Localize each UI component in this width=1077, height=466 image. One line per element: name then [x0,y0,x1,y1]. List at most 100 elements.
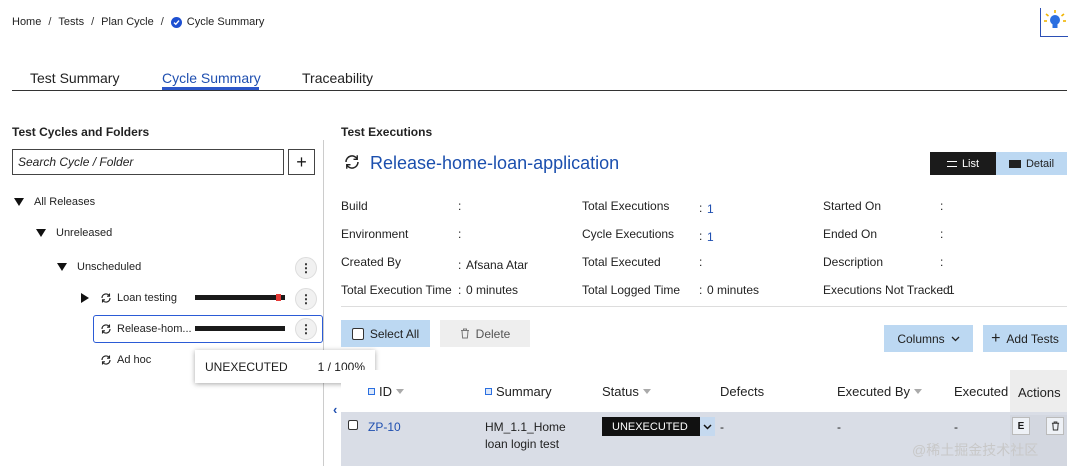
progress-bar-release-home [195,326,285,331]
execute-button[interactable]: E [1012,417,1030,435]
info-colon: : [699,201,703,215]
loan-testing-more-menu[interactable]: ⋮ [295,288,317,310]
cycle-executions-value[interactable]: 1 [707,230,714,244]
test-summary-line1: HM_1.1_Home [485,420,566,434]
release-home-more-menu[interactable]: ⋮ [295,318,317,340]
tree-node-all-releases[interactable]: All Releases [14,196,95,208]
info-label: Description [823,255,884,269]
check-circle-icon [170,16,182,28]
tree-node-label: All Releases [34,196,96,208]
breadcrumb-separator: / [91,16,95,28]
caret-down-icon[interactable] [36,229,46,237]
info-label: Total Execution Time [341,283,452,297]
right-panel-title: Test Executions [341,125,433,139]
column-header-actions: Actions [1018,385,1061,400]
add-cycle-button[interactable]: + [288,149,315,175]
column-header-summary[interactable]: Summary [485,384,552,399]
add-tests-button[interactable]: + Add Tests [983,325,1067,352]
tree-node-loan-testing[interactable]: Loan testing [81,292,177,304]
tab-traceability[interactable]: Traceability [302,70,373,86]
total-executions-value[interactable]: 1 [707,202,714,216]
unscheduled-more-menu[interactable]: ⋮ [295,257,317,279]
tree-node-label: Unreleased [56,227,113,239]
select-all-checkbox[interactable] [351,327,364,340]
breadcrumb-home[interactable]: Home [12,16,41,28]
column-header-id[interactable]: ID [368,384,404,399]
lightbulb-button[interactable] [1040,8,1068,37]
tree-node-label: Unscheduled [77,261,142,273]
column-header-label: Status [602,384,639,399]
progress-failed-segment [276,294,281,301]
tree-node-label: Loan testing [117,292,177,304]
search-input[interactable] [12,149,284,175]
info-colon: : [699,283,703,297]
columns-dropdown[interactable]: Columns [884,325,973,352]
detail-view-label: Detail [1025,157,1055,170]
view-toggle: List Detail [930,152,1067,175]
delete-row-button[interactable] [1046,417,1064,435]
column-header-label: ID [379,384,392,399]
tab-cycle-summary[interactable]: Cycle Summary [162,70,261,86]
pin-icon [485,388,492,395]
row-checkbox[interactable] [348,420,358,430]
column-header-executed[interactable]: Executed [954,384,1008,399]
detail-icon [1008,159,1021,168]
cycle-name: Release-home-loan-application [370,153,620,173]
info-colon: : [699,255,703,269]
tree-node-label: Release-hom... [117,323,192,335]
sort-icon[interactable] [642,389,651,394]
add-tests-label: Add Tests [1006,331,1059,346]
cycle-icon [101,324,111,334]
column-header-defects[interactable]: Defects [720,384,764,399]
sort-icon[interactable] [396,389,404,394]
caret-right-icon[interactable] [81,293,89,303]
column-header-label: Executed By [837,384,910,399]
status-badge: UNEXECUTED [602,417,700,436]
status-dropdown[interactable]: UNEXECUTED [602,417,715,436]
info-label: Started On [823,199,882,213]
info-colon: : [940,255,944,269]
select-all-label: Select All [369,326,420,341]
info-label: Ended On [823,227,878,241]
sort-icon[interactable] [914,389,922,394]
info-colon: : [458,258,462,272]
tree-node-unscheduled[interactable]: Unscheduled [57,261,141,273]
divider [341,306,1067,307]
caret-down-icon[interactable] [57,263,67,271]
tree-node-release-home[interactable]: Release-hom... [100,323,192,335]
info-label: Total Logged Time [582,283,681,297]
tree-node-unreleased[interactable]: Unreleased [36,227,112,239]
info-label: Build [341,199,368,213]
tree-node-ad-hoc[interactable]: Ad hoc [100,354,151,366]
info-colon: : [458,227,462,241]
info-colon: : [940,283,944,297]
executed-by-value: - [837,420,841,434]
tab-test-summary[interactable]: Test Summary [30,70,119,86]
left-panel-title: Test Cycles and Folders [12,125,150,139]
list-view-button[interactable]: List [930,152,996,175]
info-value: 0 minutes [466,283,519,297]
collapse-panel-icon[interactable]: ‹ [333,402,337,417]
delete-button[interactable]: Delete [440,320,530,347]
plus-icon: + [991,329,1001,347]
test-id-link[interactable]: ZP-10 [368,420,401,434]
panel-divider [323,140,324,466]
info-label: Cycle Executions [582,227,675,241]
info-colon: : [458,283,462,297]
info-label: Total Executed [582,255,661,269]
list-view-label: List [961,157,980,170]
caret-down-icon[interactable] [14,198,24,206]
breadcrumb-tests[interactable]: Tests [58,16,84,28]
watermark: @稀土掘金技术社区 [912,442,1039,458]
select-all-button[interactable]: Select All [341,320,430,347]
breadcrumb-plan-cycle[interactable]: Plan Cycle [101,16,154,28]
detail-view-button[interactable]: Detail [996,152,1067,175]
column-header-status[interactable]: Status [602,384,651,399]
trash-icon [460,328,469,339]
info-colon: : [940,199,944,213]
column-header-label: Summary [496,384,552,399]
breadcrumb-separator: / [160,16,164,28]
delete-label: Delete [475,326,511,341]
column-header-executed-by[interactable]: Executed By [837,384,922,399]
chevron-down-icon[interactable] [699,417,715,436]
